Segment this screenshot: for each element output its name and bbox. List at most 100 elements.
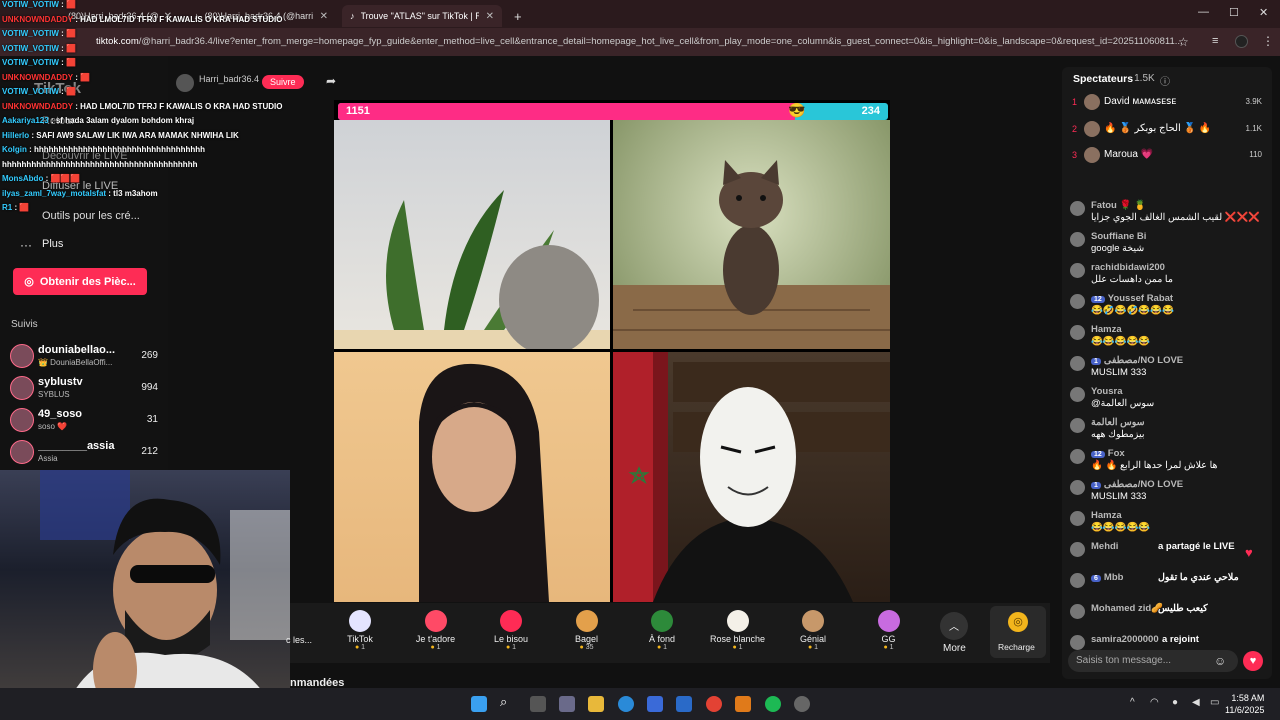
- more-gifts-button[interactable]: ︿: [940, 612, 968, 640]
- comment-username-text: Mehdi: [1091, 541, 1119, 552]
- following-item[interactable]: ________assia Assia 212: [8, 438, 158, 468]
- more-link[interactable]: Plus: [42, 238, 63, 250]
- browser-tab-3[interactable]: ♪ Trouve "ATLAS" sur TikTok | Rech ✕: [342, 5, 502, 27]
- clock-time: 1:58 AM: [1231, 693, 1265, 703]
- comment-item[interactable]: Yousra @سوس العالمة: [1070, 386, 1266, 414]
- comment-item[interactable]: Hamza 😂😂😂😂😂: [1070, 324, 1266, 352]
- comment-item[interactable]: 12 Fox 🔥 🔥 ها علاش لمرا حدها الرابع: [1070, 448, 1266, 476]
- message-input[interactable]: Saisis ton message...: [1068, 650, 1238, 672]
- gift-item[interactable]: Génial ● 1: [778, 610, 848, 651]
- emoji-icon[interactable]: ☺: [1214, 654, 1226, 668]
- get-coins-button[interactable]: ◎ Obtenir des Pièc...: [13, 268, 147, 295]
- top-viewer-row[interactable]: 3 Maroua 💗 110: [1070, 147, 1266, 165]
- top-viewer-row[interactable]: 2 🔥 🥉 الحاج بوبكر 🥉 🔥 1.1K: [1070, 120, 1266, 139]
- edge-icon[interactable]: [618, 696, 634, 712]
- top-viewer-row[interactable]: 1 David ᴍᴀᴍᴀꜱᴇꜱᴇ 3.9K: [1070, 94, 1266, 112]
- comment-item[interactable]: 1 مصطفى/NO LOVE MUSLIM 333: [1070, 355, 1266, 383]
- video-cell-mask[interactable]: [613, 352, 890, 602]
- gift-item[interactable]: Bagel ● 35: [552, 610, 622, 651]
- following-sub: soso ❤️: [38, 422, 68, 431]
- gift-item[interactable]: Je t'adore ● 1: [401, 610, 471, 651]
- chat-username: VOTIW_VOTIW: [2, 43, 59, 53]
- streamer-webcam: [0, 470, 290, 720]
- host-name[interactable]: Harri_badr36.4: [199, 74, 259, 84]
- comment-item[interactable]: 12 Youssef Rabat 😂🤣😂🤣😂😂😂: [1070, 293, 1266, 321]
- system-clock[interactable]: 1:58 AM 11/6/2025: [1225, 692, 1264, 716]
- gift-item[interactable]: TikTok ● 1: [325, 610, 395, 651]
- gift-price-value: 1: [814, 644, 819, 651]
- avatar[interactable]: [176, 74, 194, 92]
- gift-item[interactable]: Le bisou ● 1: [476, 610, 546, 651]
- share-icon[interactable]: ➦: [326, 74, 336, 88]
- spotify-icon[interactable]: [765, 696, 781, 712]
- comment-item[interactable]: Souffiane Bi google شيخة: [1070, 231, 1266, 259]
- gift-price: ● 1: [476, 644, 546, 651]
- mail-icon[interactable]: [676, 696, 692, 712]
- file-explorer-icon[interactable]: [588, 696, 604, 712]
- chevron-up-icon[interactable]: ^: [1130, 697, 1135, 708]
- menu-kebab-icon[interactable]: ⋮: [1262, 34, 1274, 48]
- maximize-button[interactable]: ☐: [1229, 6, 1239, 19]
- info-icon[interactable]: ⓘ: [1160, 73, 1170, 88]
- extensions-icon[interactable]: ≡: [1212, 35, 1218, 47]
- settings-icon[interactable]: [559, 696, 575, 712]
- gift-price-value: 1: [436, 644, 441, 651]
- following-item[interactable]: douniabellao... 👑 DouniaBellaOffi... 269: [8, 342, 158, 372]
- battery-icon[interactable]: ▭: [1210, 697, 1219, 708]
- volume-icon[interactable]: ◀: [1192, 697, 1200, 708]
- task-view-icon[interactable]: [530, 696, 546, 712]
- close-icon[interactable]: ✕: [486, 11, 494, 22]
- obs-icon[interactable]: [794, 696, 810, 712]
- gift-item[interactable]: À fond ● 1: [627, 610, 697, 651]
- minimize-button[interactable]: —: [1198, 6, 1209, 18]
- gift-item[interactable]: GG ● 1: [854, 610, 924, 651]
- start-icon[interactable]: [471, 696, 487, 712]
- mic-icon[interactable]: ●: [1172, 697, 1178, 708]
- follow-button[interactable]: Suivre: [262, 75, 304, 89]
- new-tab-button[interactable]: +: [506, 5, 526, 27]
- comment-item[interactable]: 6 Mbb ملاحي عندي ما تقول: [1070, 572, 1266, 600]
- viewer-rank: 1: [1072, 97, 1078, 107]
- viewers-title: Spectateurs: [1073, 73, 1134, 85]
- profile-avatar[interactable]: [1235, 35, 1248, 48]
- comment-item[interactable]: Mehdi a partagé le LIVE: [1070, 541, 1266, 569]
- store-icon[interactable]: [647, 696, 663, 712]
- search-icon[interactable]: ⌕: [500, 694, 516, 710]
- comment-item[interactable]: rachidbidawi200 ما ممن داهسات علل: [1070, 262, 1266, 290]
- following-item[interactable]: 49_soso soso ❤️ 31: [8, 406, 158, 436]
- chrome-icon[interactable]: [706, 696, 722, 712]
- avatar: [10, 376, 34, 400]
- comment-username: Hamza: [1091, 510, 1122, 521]
- bookmark-star-icon[interactable]: ☆: [1178, 35, 1189, 49]
- comment-text: 😂😂😂😂😂: [1091, 522, 1151, 533]
- comment-item[interactable]: Hamza 😂😂😂😂😂: [1070, 510, 1266, 538]
- avatar: [1070, 356, 1085, 371]
- comment-text: بيزمطوك ههه: [1091, 429, 1145, 440]
- gift-heart-button[interactable]: ♥: [1243, 651, 1263, 671]
- chat-username: R1: [2, 203, 13, 212]
- following-name: ________assia: [38, 440, 115, 452]
- video-cell-woman[interactable]: [334, 352, 610, 602]
- recharge-button[interactable]: ◎ Recharge: [990, 606, 1046, 658]
- comment-item[interactable]: 1 مصطفى/NO LOVE MUSLIM 333: [1070, 479, 1266, 507]
- overlay-chat-line: UNKNOWNDADDY : 🟥: [2, 73, 90, 82]
- comment-item[interactable]: Mohamed zid🥜 كيعب طليس: [1070, 603, 1266, 631]
- avatar: [1070, 542, 1085, 557]
- avatar: [1070, 573, 1085, 588]
- wifi-icon[interactable]: ◠: [1150, 697, 1159, 708]
- close-icon[interactable]: ✕: [320, 11, 328, 22]
- comment-item[interactable]: Fatou 🌹 🍍 لقيب الشمس الغالف الجوي جزايا ❌…: [1070, 200, 1266, 228]
- comment-text: ما ممن داهسات علل: [1091, 274, 1173, 285]
- following-item[interactable]: syblustv SYBLUS 994: [8, 374, 158, 404]
- live-video-stage[interactable]: [334, 100, 890, 602]
- app-icon[interactable]: [735, 696, 751, 712]
- score-right: 234: [861, 105, 880, 117]
- video-cell-plants[interactable]: [334, 120, 610, 349]
- window-close-button[interactable]: ✕: [1259, 6, 1268, 19]
- video-cell-cat[interactable]: [613, 120, 890, 349]
- coin-icon: ◎: [24, 276, 34, 288]
- gift-item[interactable]: Rose blanche ● 1: [703, 610, 773, 651]
- comment-item[interactable]: سوس العالمة بيزمطوك ههه: [1070, 417, 1266, 445]
- mask-scene: [613, 352, 890, 602]
- following-sub: Assia: [38, 454, 58, 463]
